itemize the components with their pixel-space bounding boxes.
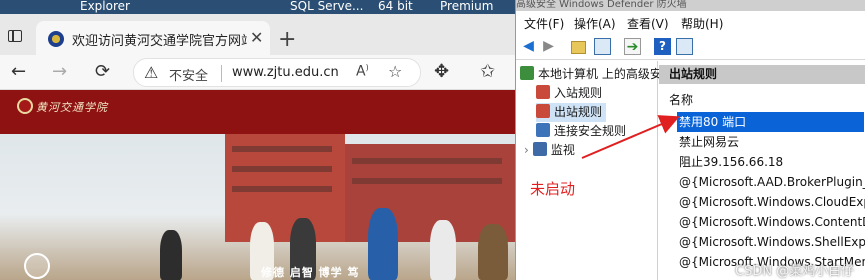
annotation-arrow [581, 115, 680, 159]
annotation-text: 未启动 [530, 180, 576, 198]
watermark-text: CSDN @菜鸡小白仔 [735, 264, 855, 279]
